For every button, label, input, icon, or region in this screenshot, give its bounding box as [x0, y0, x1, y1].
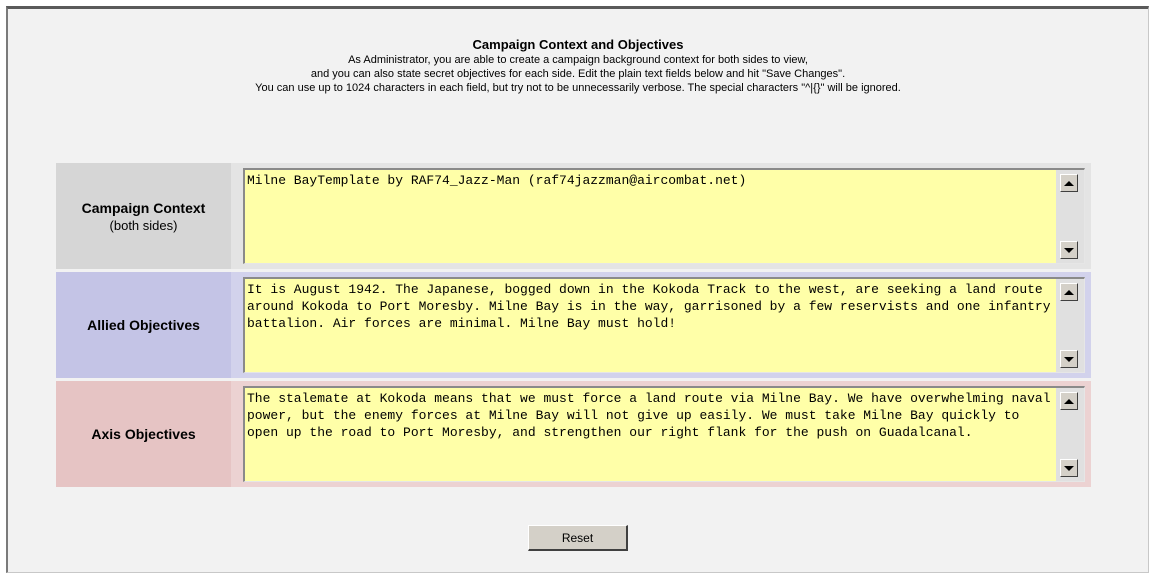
- allied-objectives-label-cell: Allied Objectives: [56, 272, 231, 378]
- triangle-up-icon: [1064, 180, 1074, 186]
- allied-objectives-text[interactable]: It is August 1942. The Japanese, bogged …: [247, 281, 1052, 372]
- campaign-context-textarea[interactable]: Milne BayTemplate by RAF74_Jazz-Man (raf…: [243, 168, 1085, 264]
- scroll-down-button[interactable]: [1060, 459, 1078, 477]
- page-title: Campaign Context and Objectives: [472, 37, 684, 52]
- axis-objectives-textarea[interactable]: The stalemate at Kokoda means that we mu…: [243, 386, 1085, 482]
- description-line-3: You can use up to 1024 characters in eac…: [255, 82, 901, 94]
- objectives-table: Campaign Context (both sides) Milne BayT…: [56, 163, 1091, 490]
- description-line-2: and you can also state secret objectives…: [310, 68, 846, 80]
- campaign-panel: Campaign Context and Objectives As Admin…: [6, 6, 1149, 573]
- axis-objectives-row: Axis Objectives The stalemate at Kokoda …: [56, 381, 1091, 487]
- axis-objectives-scrollbar[interactable]: [1056, 388, 1084, 481]
- triangle-down-icon: [1064, 356, 1074, 362]
- description-line-1: As Administrator, you are able to create…: [348, 54, 808, 66]
- reset-button-container: Reset: [8, 525, 1148, 551]
- triangle-down-icon: [1064, 465, 1074, 471]
- campaign-context-row: Campaign Context (both sides) Milne BayT…: [56, 163, 1091, 269]
- campaign-context-scrollbar[interactable]: [1056, 170, 1084, 263]
- allied-objectives-scrollbar[interactable]: [1056, 279, 1084, 372]
- scroll-up-button[interactable]: [1060, 174, 1078, 192]
- allied-objectives-textarea[interactable]: It is August 1942. The Japanese, bogged …: [243, 277, 1085, 373]
- reset-button[interactable]: Reset: [528, 525, 628, 551]
- allied-objectives-row: Allied Objectives It is August 1942. The…: [56, 272, 1091, 378]
- header: Campaign Context and Objectives As Admin…: [8, 37, 1148, 95]
- campaign-context-field-cell: Milne BayTemplate by RAF74_Jazz-Man (raf…: [231, 163, 1091, 269]
- axis-objectives-label-cell: Axis Objectives: [56, 381, 231, 487]
- allied-objectives-label: Allied Objectives: [87, 317, 200, 333]
- scroll-down-button[interactable]: [1060, 241, 1078, 259]
- triangle-up-icon: [1064, 289, 1074, 295]
- allied-objectives-field-cell: It is August 1942. The Japanese, bogged …: [231, 272, 1091, 378]
- campaign-context-label-cell: Campaign Context (both sides): [56, 163, 231, 269]
- axis-objectives-field-cell: The stalemate at Kokoda means that we mu…: [231, 381, 1091, 487]
- scroll-down-button[interactable]: [1060, 350, 1078, 368]
- triangle-down-icon: [1064, 247, 1074, 253]
- campaign-context-sublabel: (both sides): [109, 217, 178, 233]
- triangle-up-icon: [1064, 398, 1074, 404]
- axis-objectives-label: Axis Objectives: [91, 426, 196, 442]
- scroll-up-button[interactable]: [1060, 283, 1078, 301]
- campaign-context-label: Campaign Context: [81, 199, 206, 216]
- campaign-context-text[interactable]: Milne BayTemplate by RAF74_Jazz-Man (raf…: [247, 172, 1052, 263]
- scroll-up-button[interactable]: [1060, 392, 1078, 410]
- axis-objectives-text[interactable]: The stalemate at Kokoda means that we mu…: [247, 390, 1052, 481]
